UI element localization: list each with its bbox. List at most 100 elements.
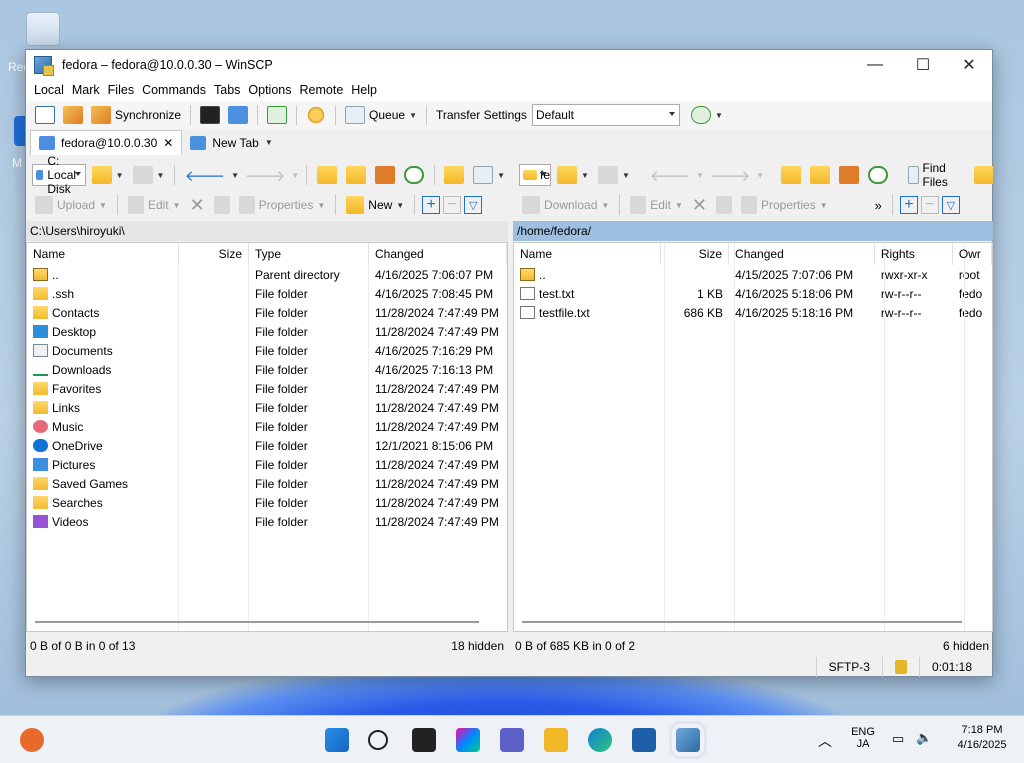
close-button[interactable]: ✕ [946, 50, 992, 79]
remote-parent-dir-button[interactable] [778, 163, 804, 187]
remote-col-changed[interactable]: Changed [729, 243, 875, 265]
remote-home-button[interactable] [836, 163, 862, 187]
local-select-files-button[interactable]: + [422, 196, 441, 214]
file-explorer-icon[interactable] [544, 728, 568, 752]
keep-up-to-date-button[interactable] [60, 103, 86, 127]
compare-directories-button[interactable] [32, 103, 58, 127]
menu-tabs[interactable]: Tabs [210, 83, 244, 97]
local-home-button[interactable] [372, 163, 398, 187]
remote-more-button[interactable]: » [872, 193, 885, 217]
menu-help[interactable]: Help [347, 83, 381, 97]
remote-rename-button[interactable] [713, 193, 735, 217]
remote-horizontal-scrollbar[interactable] [522, 621, 962, 623]
remote-tree-button[interactable] [971, 163, 993, 187]
task-view-icon[interactable] [412, 728, 436, 752]
putty-button[interactable] [225, 103, 251, 127]
winscp-taskbar-icon[interactable] [669, 721, 707, 759]
table-row[interactable]: Contacts File folder 11/28/2024 7:47:49 PM [27, 303, 507, 322]
reconnect-button[interactable]: ▼ [688, 103, 726, 127]
table-row[interactable]: .ssh File folder 4/16/2025 7:08:45 PM [27, 284, 507, 303]
open-terminal-button[interactable] [197, 103, 223, 127]
synchronize-button[interactable]: Synchronize [88, 103, 184, 127]
local-col-name[interactable]: Name [27, 243, 179, 265]
remote-edit-button[interactable]: Edit ▼ [627, 193, 686, 217]
remote-refresh-button[interactable] [865, 163, 891, 187]
menu-files[interactable]: Files [104, 83, 138, 97]
table-row[interactable]: test.txt 1 KB 4/16/2025 5:18:06 PM rw-r--r-… [514, 284, 992, 303]
local-select-all-button[interactable]: ▽ [464, 196, 483, 214]
local-view-button[interactable]: ▼ [470, 163, 508, 187]
table-row[interactable]: Desktop File folder 11/28/2024 7:47:49 PM [27, 322, 507, 341]
table-row[interactable]: .. Parent directory 4/16/2025 7:06:07 PM [27, 265, 507, 284]
table-row[interactable]: Favorites File folder 11/28/2024 7:47:49 P… [27, 379, 507, 398]
table-row[interactable]: Saved Games File folder 11/28/2024 7:47:49… [27, 474, 507, 493]
local-delete-button[interactable]: ✕ [187, 193, 208, 217]
local-root-dir-button[interactable] [343, 163, 369, 187]
preferences-button[interactable] [303, 103, 329, 127]
menu-local[interactable]: Local [30, 83, 68, 97]
remote-select-files-button[interactable]: + [899, 196, 918, 214]
chevron-up-icon[interactable]: ︿ [818, 731, 832, 751]
remote-col-size[interactable]: Size [661, 243, 730, 265]
local-tree-button[interactable] [441, 163, 467, 187]
synchronize-browsing-button[interactable] [264, 103, 290, 127]
remote-col-rights[interactable]: Rights [875, 243, 953, 265]
transfer-settings-select[interactable]: Default [531, 104, 680, 126]
remote-open-dir-button[interactable]: ▼ [554, 163, 592, 187]
remote-col-name[interactable]: Name [514, 243, 661, 265]
remote-col-owner[interactable]: Owr [953, 243, 992, 265]
edge-icon[interactable] [588, 728, 612, 752]
local-col-changed[interactable]: Changed [369, 243, 507, 265]
recycle-bin-icon[interactable] [26, 12, 60, 46]
upload-button[interactable]: Upload ▼ [32, 193, 110, 217]
download-button[interactable]: Download ▼ [519, 193, 612, 217]
tab-session[interactable]: fedora@10.0.0.30 ✕ [30, 130, 183, 155]
find-files-button[interactable]: Find Files [905, 161, 956, 189]
clock[interactable]: 7:18 PM 4/16/2025 [944, 724, 1020, 751]
start-icon[interactable] [325, 728, 349, 752]
remote-back-button[interactable]: 🡐 [647, 163, 693, 187]
remote-unselect-files-button[interactable]: − [920, 196, 939, 214]
local-col-type[interactable]: Type [249, 243, 369, 265]
local-properties-button[interactable]: Properties ▼ [236, 193, 329, 217]
local-open-dir-button[interactable]: ▼ [89, 163, 127, 187]
remote-file-pane[interactable]: Name Size Changed Rights Owr .. 4/15/2025… [513, 242, 993, 632]
table-row[interactable]: Searches File folder 11/28/2024 7:47:49 PM [27, 493, 507, 512]
remote-forward-button[interactable]: 🡒 [707, 163, 753, 187]
weather-widget-icon[interactable] [20, 728, 44, 752]
tab-new[interactable]: New Tab ▼ [182, 130, 280, 155]
remote-dir-select[interactable]: fe [519, 164, 552, 186]
store-icon[interactable] [632, 728, 656, 752]
local-back-button[interactable]: 🡐 [182, 163, 228, 187]
teams-icon[interactable] [500, 728, 524, 752]
tab-close-icon[interactable]: ✕ [163, 136, 173, 150]
maximize-button[interactable]: ☐ [900, 50, 946, 79]
language-indicator[interactable]: ENG JA [848, 726, 878, 750]
table-row[interactable]: Music File folder 11/28/2024 7:47:49 PM [27, 417, 507, 436]
local-edit-button[interactable]: Edit ▼ [125, 193, 184, 217]
menu-remote[interactable]: Remote [296, 83, 348, 97]
table-row[interactable]: Pictures File folder 11/28/2024 7:47:49 PM [27, 455, 507, 474]
copilot-icon[interactable] [456, 728, 480, 752]
volume-icon[interactable]: 🔈 [916, 730, 932, 746]
minimize-button[interactable]: — [852, 50, 898, 79]
table-row[interactable]: .. 4/15/2025 7:07:06 PM rwxr-xr-x root [514, 265, 992, 284]
remote-path-bar[interactable]: /home/fedora/ [513, 221, 993, 241]
table-row[interactable]: Links File folder 11/28/2024 7:47:49 PM [27, 398, 507, 417]
menu-mark[interactable]: Mark [68, 83, 104, 97]
local-unselect-files-button[interactable]: − [443, 196, 462, 214]
remote-root-dir-button[interactable] [807, 163, 833, 187]
remote-properties-button[interactable]: Properties ▼ [738, 193, 831, 217]
table-row[interactable]: Documents File folder 4/16/2025 7:16:29 PM [27, 341, 507, 360]
remote-delete-button[interactable]: ✕ [689, 193, 710, 217]
encryption-lock-icon[interactable] [881, 657, 919, 677]
local-drive-select[interactable]: C: Local Disk [32, 154, 86, 196]
menu-options[interactable]: Options [244, 83, 295, 97]
search-icon[interactable] [368, 730, 388, 750]
local-refresh-button[interactable] [401, 163, 427, 187]
menu-commands[interactable]: Commands [138, 83, 210, 97]
table-row[interactable]: Videos File folder 11/28/2024 7:47:49 PM [27, 512, 507, 531]
local-horizontal-scrollbar[interactable] [35, 621, 479, 623]
table-row[interactable]: testfile.txt 686 KB 4/16/2025 5:18:16 PM rw… [514, 303, 992, 322]
local-forward-button[interactable]: 🡒 [242, 163, 288, 187]
